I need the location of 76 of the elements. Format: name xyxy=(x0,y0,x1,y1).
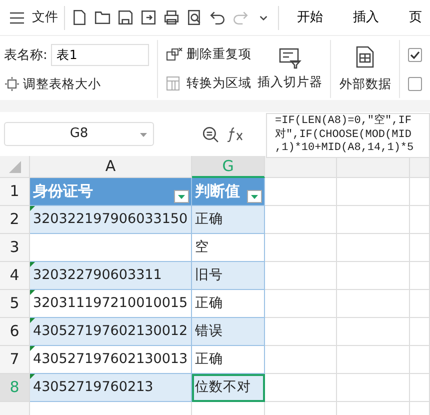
empty-cell[interactable] xyxy=(337,318,410,346)
checkbox[interactable] xyxy=(408,48,422,62)
redo-icon[interactable] xyxy=(232,9,249,26)
empty-cell[interactable] xyxy=(410,346,430,374)
save-icon[interactable] xyxy=(117,9,134,26)
table-header-cell-text: 判断值 xyxy=(195,181,240,202)
folder-icon[interactable] xyxy=(94,9,111,26)
filter-button[interactable] xyxy=(174,190,189,203)
row-header[interactable]: 5 xyxy=(0,290,30,318)
checkbox[interactable] xyxy=(408,76,422,90)
empty-cell[interactable] xyxy=(410,234,430,262)
empty-cell[interactable] xyxy=(410,262,430,290)
menu-icon[interactable] xyxy=(10,12,24,24)
print-icon[interactable] xyxy=(163,9,180,26)
caret-icon[interactable] xyxy=(178,194,185,198)
slicer-filter-icon xyxy=(278,46,302,69)
new-file-icon[interactable] xyxy=(71,9,88,26)
selected-cell[interactable]: 位数不对 xyxy=(192,374,265,402)
ribbon-tab[interactable]: 开始 xyxy=(285,8,335,28)
empty-cell[interactable] xyxy=(337,206,410,234)
table-name-field[interactable]: 表1 xyxy=(51,44,150,66)
row-header[interactable]: 3 xyxy=(0,234,30,262)
table-cell-text: 430527197602130013 xyxy=(33,350,188,370)
row-header[interactable]: 1 xyxy=(0,178,30,206)
undo-icon[interactable] xyxy=(209,9,226,26)
table-cell-text: 320322197906033150 xyxy=(33,210,188,230)
duplicates-icon xyxy=(166,46,184,62)
empty-cell[interactable] xyxy=(337,234,410,262)
formula-text[interactable]: =IF(LEN(A8)=0,″空″,IF 对″,IF(CHOOSE(MOD(MID ,1)*10+MID(A8,14,1)*5 xyxy=(266,113,430,158)
table-cell-text: 旧号 xyxy=(195,266,223,286)
table-name-label: 表名称: xyxy=(4,46,48,65)
empty-cell[interactable] xyxy=(337,178,410,206)
zoom-out-icon[interactable] xyxy=(202,126,219,142)
empty-cell[interactable] xyxy=(337,346,410,374)
table-cell-text: 正确 xyxy=(195,210,223,230)
row-header[interactable]: 7 xyxy=(0,346,30,374)
file-menu-button[interactable]: 文件 xyxy=(10,8,58,28)
caret-icon[interactable] xyxy=(251,194,258,198)
table-cell-text: 430527197602130012 xyxy=(33,322,188,342)
resize-icon xyxy=(4,76,20,92)
select-all-corner[interactable] xyxy=(0,156,30,178)
empty-cell[interactable] xyxy=(410,156,430,178)
row-header[interactable]: 4 xyxy=(0,262,30,290)
ribbon-tab[interactable]: 页 xyxy=(397,8,430,28)
insert-slicer-button[interactable]: 插入切片器 xyxy=(257,46,322,92)
print-preview-icon[interactable] xyxy=(186,9,203,26)
empty-cell[interactable] xyxy=(410,290,430,318)
external-data-button[interactable]: 外部数据 xyxy=(339,44,392,94)
table-cell-text: 320311197210010015 xyxy=(33,294,188,314)
empty-cell[interactable] xyxy=(265,234,337,262)
table-cell-text: 43052719760213 xyxy=(33,378,154,398)
empty-cell[interactable] xyxy=(410,374,430,402)
table-cell-text: 正确 xyxy=(195,294,223,314)
table-cell-text: 错误 xyxy=(195,322,223,342)
row-header[interactable]: 6 xyxy=(0,318,30,346)
table-cell-text: 空 xyxy=(195,238,209,258)
empty-cell[interactable] xyxy=(410,206,430,234)
empty-cell[interactable] xyxy=(337,262,410,290)
convert-to-range-button[interactable]: 转换为区域 xyxy=(166,74,252,93)
remove-duplicates-button[interactable]: 删除重复项 xyxy=(166,45,252,64)
filter-button[interactable] xyxy=(247,190,262,203)
ribbon-tab[interactable]: 插入 xyxy=(341,8,391,28)
row-header[interactable]: 2 xyxy=(0,206,30,234)
resize-table-button[interactable]: 调整表格大小 xyxy=(4,74,150,94)
name-box[interactable]: G8 xyxy=(4,122,154,146)
column-header[interactable]: A xyxy=(30,156,192,178)
table-cell-text: 正确 xyxy=(195,350,223,370)
empty-cell[interactable] xyxy=(265,346,337,374)
empty-cell[interactable] xyxy=(337,290,410,318)
table-cell-text: 320322790603311 xyxy=(33,266,162,286)
table-header-cell-text: 身份证号 xyxy=(33,181,93,202)
empty-cell[interactable] xyxy=(265,290,337,318)
empty-cell[interactable] xyxy=(410,318,430,346)
corner-triangle-icon[interactable] xyxy=(8,160,20,172)
export-icon[interactable] xyxy=(140,9,157,26)
empty-cell[interactable] xyxy=(337,374,410,402)
